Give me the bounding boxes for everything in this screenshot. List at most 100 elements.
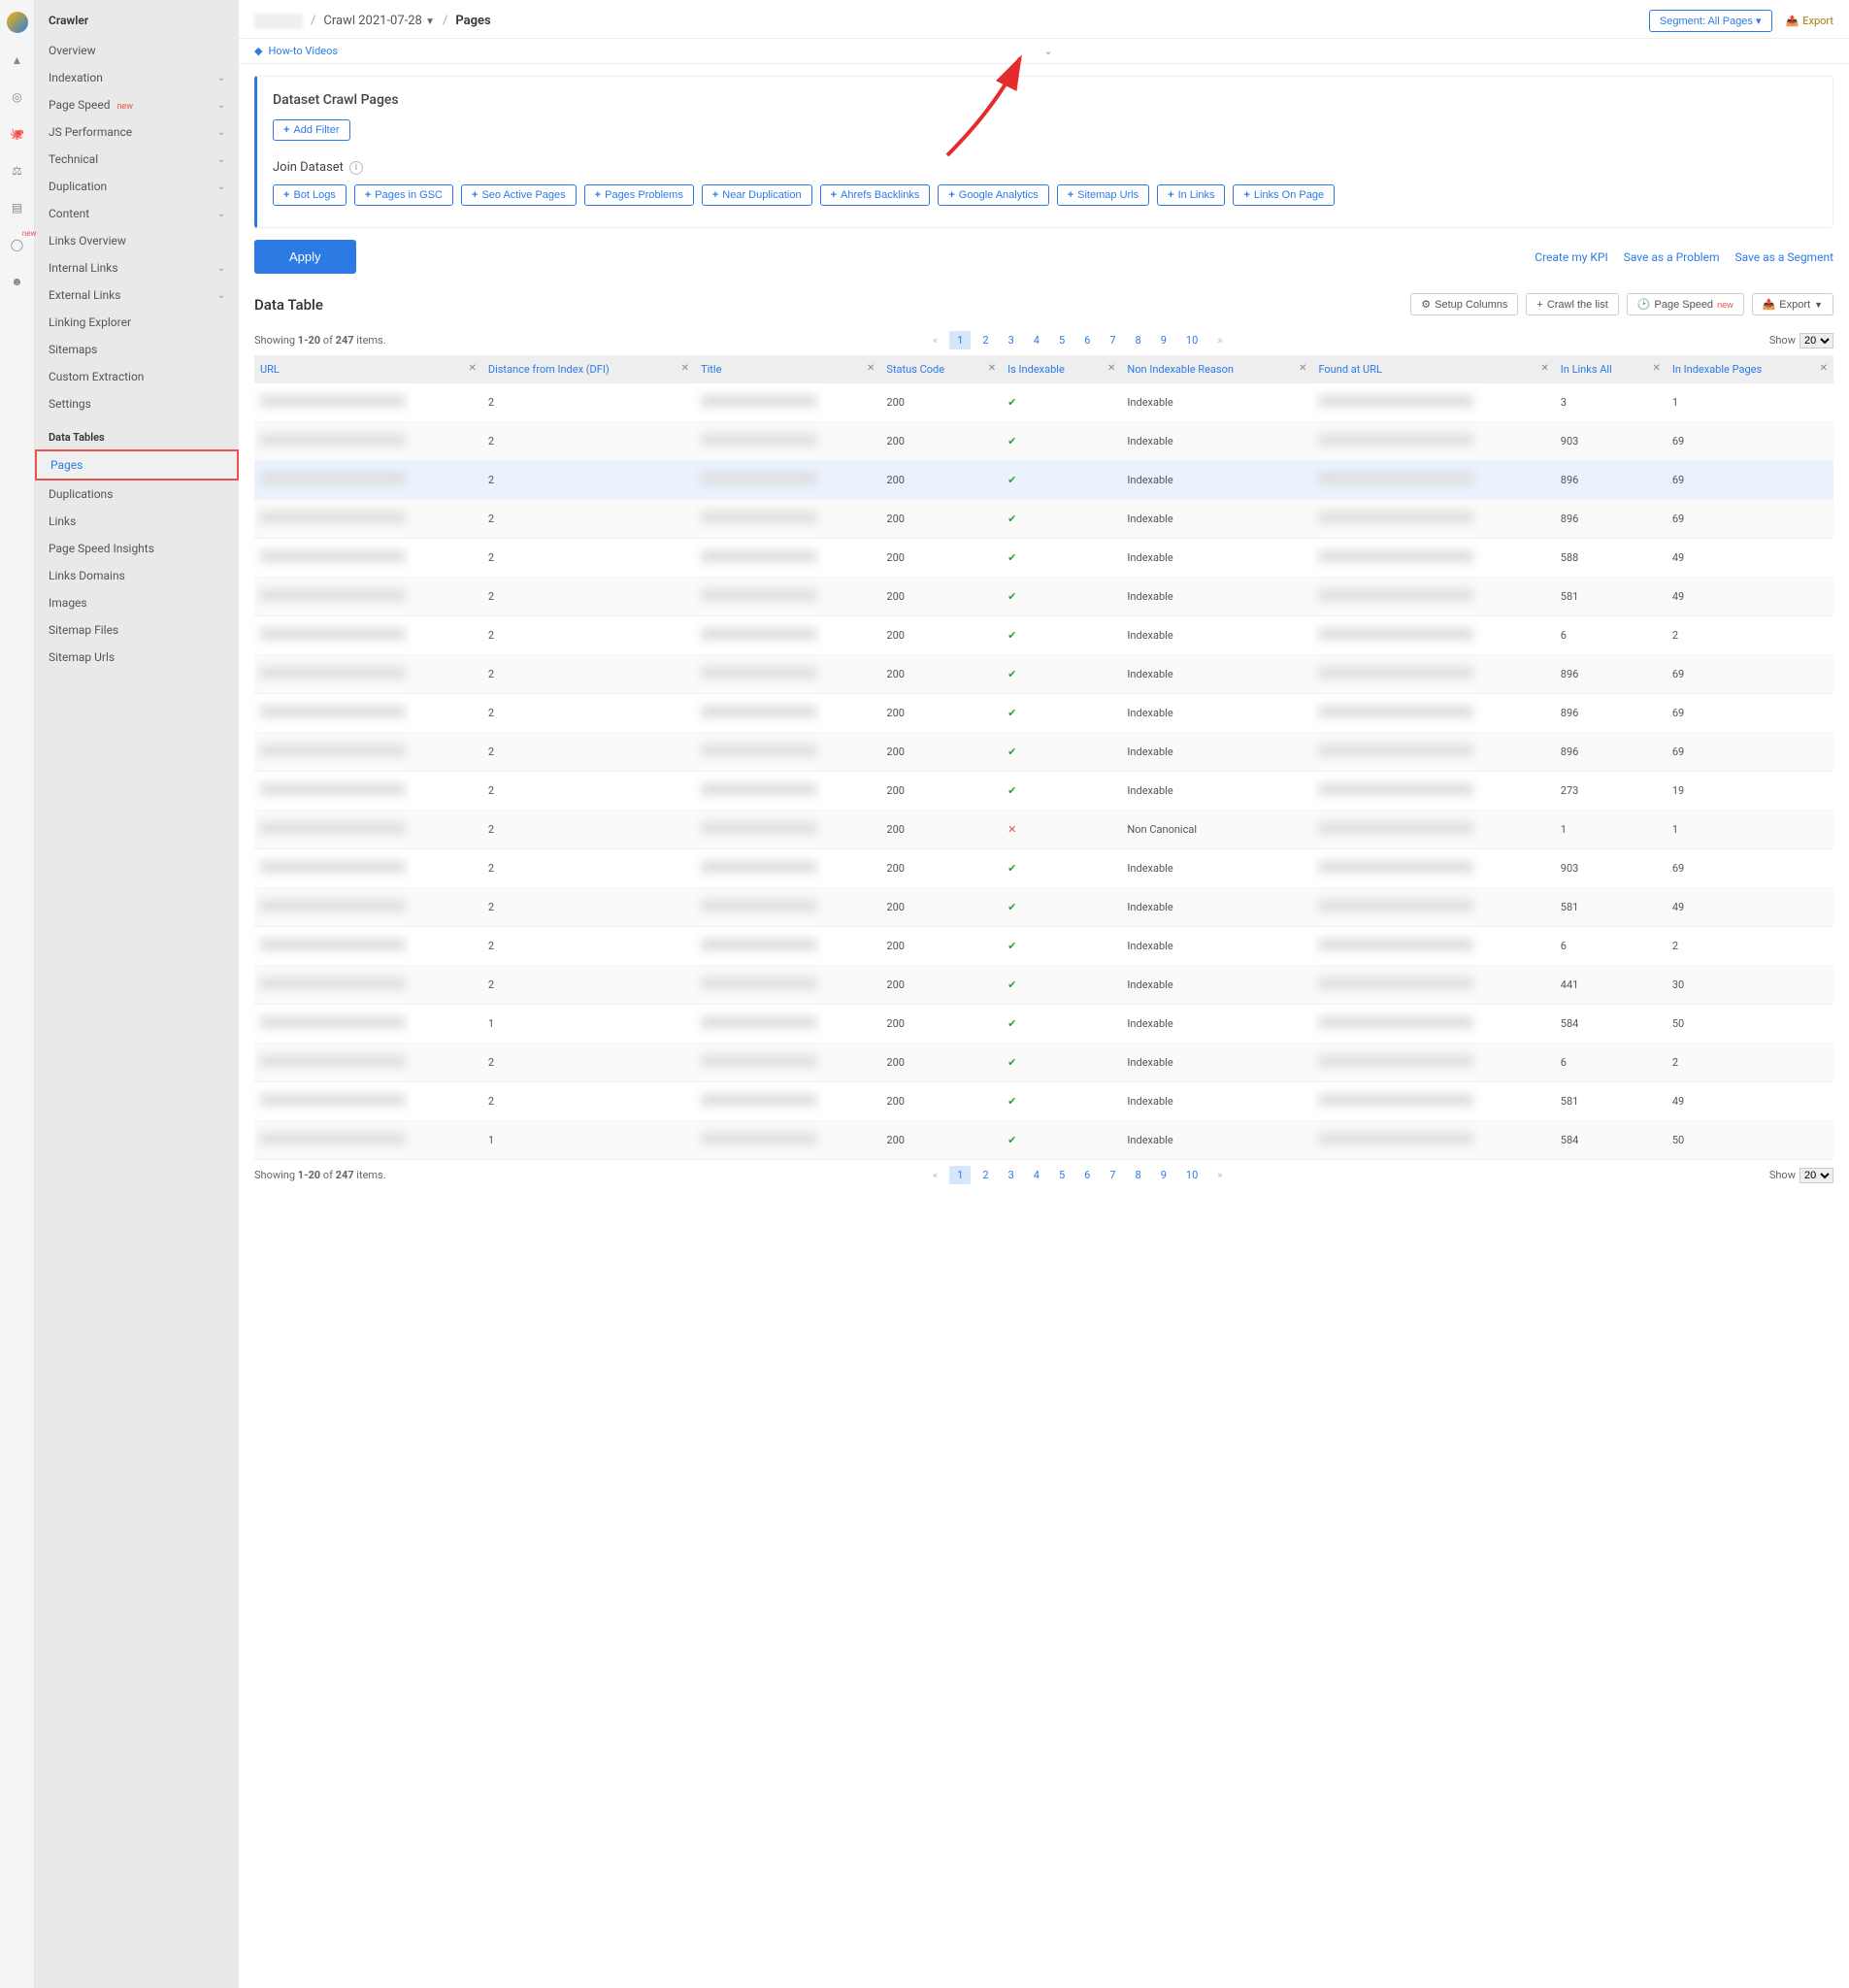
column-header[interactable]: Found at URL✕ [1312,355,1554,383]
pager-page[interactable]: 5 [1051,1166,1073,1184]
sidebar-item[interactable]: Duplication⌄ [35,173,239,200]
inlinks-cell[interactable]: 581 [1555,578,1667,616]
sidebar-item[interactable]: Indexation⌄ [35,64,239,91]
pager-page[interactable]: 7 [1102,331,1123,349]
breadcrumb-crawl[interactable]: Crawl 2021-07-28 ▼ [323,14,435,28]
inlinks-cell[interactable]: 6 [1555,927,1667,966]
sidebar-item[interactable]: Duplications [35,480,239,508]
join-chip[interactable]: +Links On Page [1233,184,1335,206]
pager-page[interactable]: 4 [1026,1166,1047,1184]
table-row[interactable]: 2200✔Indexable31 [254,383,1833,422]
pager-page[interactable]: 9 [1153,331,1174,349]
per-page-select-bottom[interactable]: Show 20 [1769,1168,1833,1183]
table-row[interactable]: 2200✔Indexable44130 [254,966,1833,1005]
pager-page[interactable]: 2 [974,331,996,349]
sidebar-item[interactable]: Page Speed new⌄ [35,91,239,118]
crawl-list-button[interactable]: + Crawl the list [1526,293,1618,315]
sidebar-item[interactable]: JS Performance⌄ [35,118,239,146]
inlinks-cell[interactable]: 581 [1555,1082,1667,1121]
table-row[interactable]: 2200✔Indexable89669 [254,461,1833,500]
remove-column-icon[interactable]: ✕ [1820,363,1828,374]
column-header[interactable]: Status Code✕ [880,355,1002,383]
join-chip[interactable]: +Sitemap Urls [1057,184,1149,206]
inlinks-cell[interactable]: 584 [1555,1005,1667,1044]
pager-page[interactable]: 10 [1178,331,1205,349]
pager-page[interactable]: 7 [1102,1166,1123,1184]
sidebar-item[interactable]: Page Speed Insights [35,535,239,562]
table-row[interactable]: 2200✔Indexable90369 [254,422,1833,461]
sidebar-item[interactable]: Images [35,589,239,616]
table-row[interactable]: 2200✔Indexable89669 [254,655,1833,694]
inlinks-cell[interactable]: 441 [1555,966,1667,1005]
sidebar-item[interactable]: Sitemap Files [35,616,239,644]
inlinks-cell[interactable]: 584 [1555,1121,1667,1160]
inlinks-cell[interactable]: 273 [1555,772,1667,811]
join-chip[interactable]: +Ahrefs Backlinks [820,184,931,206]
join-chip[interactable]: +Seo Active Pages [461,184,577,206]
inlinks-cell[interactable]: 588 [1555,539,1667,578]
inlinks-cell[interactable]: 1 [1555,811,1667,849]
pager-page[interactable]: 8 [1128,331,1149,349]
sidebar-item[interactable]: Links Domains [35,562,239,589]
column-header[interactable]: In Indexable Pages✕ [1667,355,1833,383]
sidebar-item[interactable]: Overview [35,37,239,64]
column-header[interactable]: Is Indexable✕ [1002,355,1121,383]
action-link[interactable]: Save as a Segment [1734,250,1833,264]
inlinks-cell[interactable]: 6 [1555,616,1667,655]
table-row[interactable]: 2200✔Indexable62 [254,1044,1833,1082]
inlinks-cell[interactable]: 896 [1555,500,1667,539]
target-icon[interactable]: new◯ [8,235,27,254]
info-icon[interactable]: i [349,161,363,175]
scale-icon[interactable]: ⚖ [8,161,27,181]
pager-page[interactable]: 6 [1076,1166,1098,1184]
join-chip[interactable]: +In Links [1157,184,1225,206]
remove-column-icon[interactable]: ✕ [1652,363,1660,374]
bulb-gear-icon[interactable]: ◎ [8,87,27,107]
sidebar-item[interactable]: Technical⌄ [35,146,239,173]
pager-page[interactable]: 6 [1076,331,1098,349]
octopus-icon[interactable]: 🐙 [8,124,27,144]
sidebar-item[interactable]: Sitemaps [35,336,239,363]
pager-page[interactable]: 5 [1051,331,1073,349]
table-row[interactable]: 1200✔Indexable58450 [254,1005,1833,1044]
inlinks-cell[interactable]: 6 [1555,1044,1667,1082]
table-row[interactable]: 2200✔Indexable89669 [254,733,1833,772]
inlinks-cell[interactable]: 3 [1555,383,1667,422]
table-row[interactable]: 2200✔Indexable58149 [254,1082,1833,1121]
join-chip[interactable]: +Bot Logs [273,184,347,206]
inlinks-cell[interactable]: 896 [1555,461,1667,500]
sidebar-item[interactable]: Settings [35,390,239,417]
join-chip[interactable]: +Google Analytics [938,184,1048,206]
inlinks-cell[interactable]: 903 [1555,849,1667,888]
pager-page[interactable]: 3 [1001,1166,1022,1184]
export-button[interactable]: 📤 Export ▼ [1752,293,1833,315]
inlinks-cell[interactable]: 581 [1555,888,1667,927]
table-row[interactable]: 2200✔Indexable58149 [254,578,1833,616]
remove-column-icon[interactable]: ✕ [867,363,875,374]
table-row[interactable]: 2200✔Indexable90369 [254,849,1833,888]
sidebar-item[interactable]: External Links⌄ [35,282,239,309]
sidebar-item[interactable]: Linking Explorer [35,309,239,336]
remove-column-icon[interactable]: ✕ [681,363,689,374]
pagespeed-button[interactable]: 🕑 Page Speed new [1627,293,1744,315]
table-row[interactable]: 2200✔Indexable62 [254,616,1833,655]
per-page-dropdown[interactable]: 20 [1799,333,1833,348]
column-header[interactable]: In Links All✕ [1555,355,1667,383]
column-header[interactable]: URL✕ [254,355,482,383]
pager-page[interactable]: » [1209,1166,1230,1184]
table-row[interactable]: 1200✔Indexable58450 [254,1121,1833,1160]
sidebar-item[interactable]: Links Overview [35,227,239,254]
sidebar-item[interactable]: Pages [35,449,239,480]
sidebar-item[interactable]: Links [35,508,239,535]
export-top-link[interactable]: 📤 Export [1786,15,1833,27]
remove-column-icon[interactable]: ✕ [1540,363,1548,374]
segment-button[interactable]: Segment: All Pages ▾ [1649,10,1772,32]
join-chip[interactable]: +Near Duplication [702,184,812,206]
sidebar-item[interactable]: Content⌄ [35,200,239,227]
per-page-select[interactable]: Show 20 [1769,333,1833,348]
column-header[interactable]: Non Indexable Reason✕ [1121,355,1312,383]
remove-column-icon[interactable]: ✕ [1299,363,1306,374]
inlinks-cell[interactable]: 903 [1555,422,1667,461]
log-icon[interactable]: ▤ [8,198,27,217]
triangle-icon[interactable]: ▲ [8,50,27,70]
